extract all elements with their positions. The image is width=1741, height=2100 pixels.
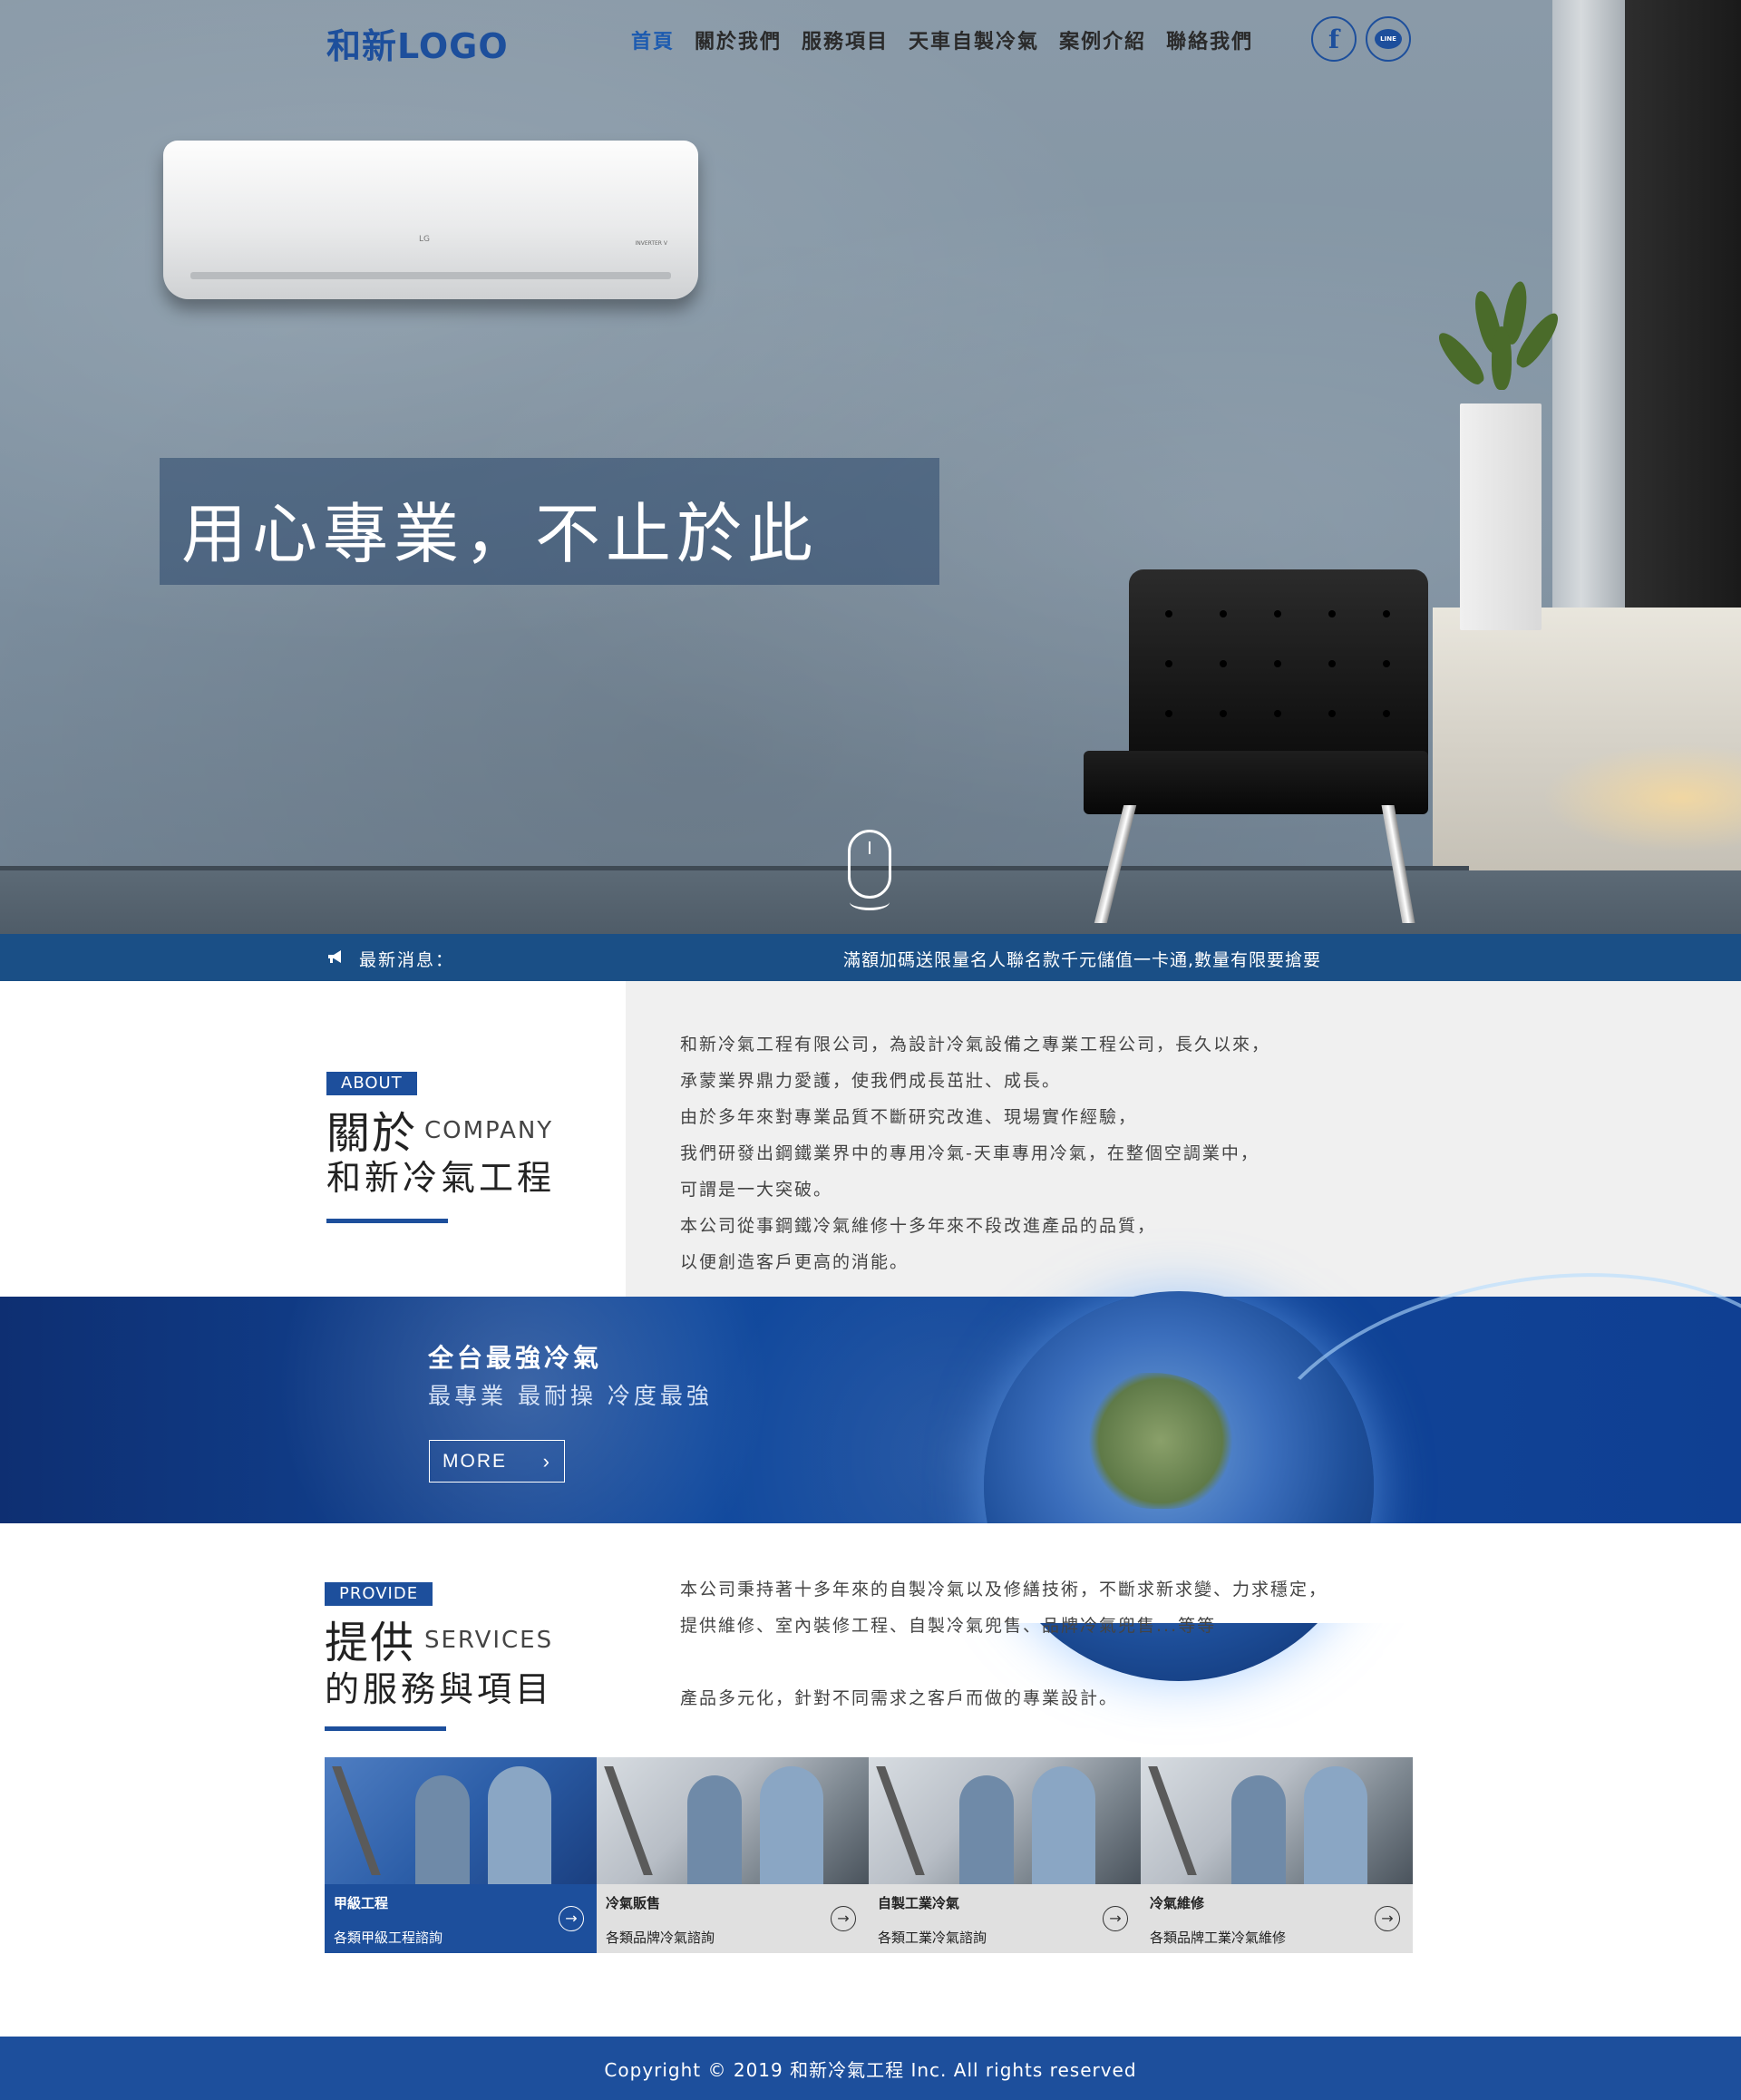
hero-tagline: 用心專業，不止於此 bbox=[181, 496, 819, 572]
card-title: 自製工業冷氣 bbox=[878, 1895, 960, 1911]
banner-title: 全台最強冷氣 bbox=[428, 1343, 603, 1373]
about-line: 和新冷氣工程有限公司，為設計冷氣設備之專業工程公司，長久以來， bbox=[680, 1035, 1271, 1055]
chair-leg bbox=[1094, 805, 1137, 923]
ac-vent bbox=[190, 272, 671, 279]
chair-tuft bbox=[1274, 660, 1281, 667]
services-description: 本公司秉持著十多年來的自製冷氣以及修繕技術，不斷求新求變、力求穩定， 提供維修、… bbox=[680, 1571, 1696, 1716]
ac-brand-label: LG bbox=[419, 235, 430, 244]
planter-image bbox=[1460, 403, 1542, 630]
card-photo bbox=[325, 1757, 597, 1884]
arrow-right-icon[interactable]: → bbox=[1375, 1906, 1400, 1931]
service-card-ac-repair[interactable]: 冷氣維修 各類品牌工業冷氣維修 → bbox=[1141, 1757, 1413, 1953]
card-desc: 各類甲級工程諮詢 bbox=[334, 1930, 443, 1946]
nav-item-services[interactable]: 服務項目 bbox=[802, 25, 889, 54]
services-tag: PROVIDE bbox=[325, 1582, 433, 1606]
card-desc: 各類品牌冷氣諮詢 bbox=[606, 1930, 715, 1946]
card-info: 冷氣維修 各類品牌工業冷氣維修 → bbox=[1141, 1884, 1413, 1953]
card-info: 自製工業冷氣 各類工業冷氣諮詢 → bbox=[869, 1884, 1141, 1953]
arrow-right-icon[interactable]: → bbox=[559, 1906, 584, 1931]
chair-tuft bbox=[1383, 710, 1390, 717]
arrow-right-icon[interactable]: → bbox=[831, 1906, 856, 1931]
more-button-label: MORE bbox=[443, 1450, 507, 1472]
about-line: 可謂是一大突破。 bbox=[680, 1180, 833, 1200]
about-underline bbox=[326, 1219, 448, 1223]
about-tag: ABOUT bbox=[326, 1072, 417, 1095]
chair-tuft bbox=[1165, 710, 1172, 717]
news-message[interactable]: 滿額加碼送限量名人聯名款千元儲值一卡通,數量有限要搶要 bbox=[843, 947, 1321, 971]
scroll-wave-icon bbox=[850, 894, 890, 910]
chevron-right-icon: › bbox=[542, 1450, 551, 1473]
nav-item-crane-ac[interactable]: 天車自製冷氣 bbox=[909, 25, 1039, 54]
megaphone-icon bbox=[328, 950, 341, 963]
service-card-ac-sales[interactable]: 冷氣販售 各類品牌冷氣諮詢 → bbox=[597, 1757, 869, 1953]
card-title: 甲級工程 bbox=[334, 1895, 389, 1911]
card-title: 冷氣維修 bbox=[1150, 1895, 1205, 1911]
air-conditioner-image: LG INVERTER V bbox=[163, 141, 698, 299]
services-line: 提供維修、室內裝修工程、自製冷氣兜售、品牌冷氣兜售...等等 bbox=[680, 1616, 1217, 1636]
card-photo bbox=[869, 1757, 1141, 1884]
about-line: 我們研發出鋼鐵業界中的專用冷氣-天車專用冷氣，在整個空調業中， bbox=[680, 1143, 1260, 1163]
chair-tuft bbox=[1383, 610, 1390, 617]
chair-image bbox=[1084, 569, 1433, 923]
chair-tuft bbox=[1220, 710, 1227, 717]
services-subtitle: 的服務與項目 bbox=[325, 1669, 554, 1709]
scroll-mouse-icon[interactable] bbox=[848, 830, 891, 899]
service-card-class-a[interactable]: 甲級工程 各類甲級工程諮詢 → bbox=[325, 1757, 597, 1953]
nav-item-home[interactable]: 首頁 bbox=[631, 25, 675, 54]
chair-tuft bbox=[1383, 660, 1390, 667]
site-logo[interactable]: 和新LOGO bbox=[326, 18, 509, 68]
service-cards: 甲級工程 各類甲級工程諮詢 → 冷氣販售 各類品牌冷氣諮詢 → 自製工業冷氣 各… bbox=[325, 1757, 1413, 1953]
card-title: 冷氣販售 bbox=[606, 1895, 661, 1911]
chair-tuft bbox=[1328, 660, 1336, 667]
about-line: 由於多年來對專業品質不斷研究改進、現場實作經驗， bbox=[680, 1107, 1138, 1127]
nav-item-about[interactable]: 關於我們 bbox=[695, 25, 782, 54]
services-line bbox=[680, 1644, 1696, 1680]
services-line: 產品多元化，針對不同需求之客戶而做的專業設計。 bbox=[680, 1688, 1119, 1708]
more-button[interactable]: MORE › bbox=[429, 1440, 565, 1483]
card-photo bbox=[597, 1757, 869, 1884]
site-footer: Copyright © 2019 和新冷氣工程 Inc. All rights … bbox=[0, 2037, 1741, 2100]
line-glyph: LINE bbox=[1375, 29, 1402, 49]
about-line: 本公司從事鋼鐵冷氣維修十多年來不段改進產品的品質， bbox=[680, 1216, 1157, 1236]
line-icon[interactable]: LINE bbox=[1366, 16, 1411, 62]
card-desc: 各類工業冷氣諮詢 bbox=[878, 1930, 987, 1946]
about-line: 承蒙業界鼎力愛護，使我們成長茁壯、成長。 bbox=[680, 1071, 1062, 1091]
news-bar: 最新消息： 滿額加碼送限量名人聯名款千元儲值一卡通,數量有限要搶要 bbox=[0, 934, 1741, 981]
chair-tuft bbox=[1165, 660, 1172, 667]
chair-back bbox=[1129, 569, 1428, 760]
facebook-glyph: f bbox=[1328, 24, 1340, 54]
nav-item-cases[interactable]: 案例介紹 bbox=[1059, 25, 1146, 54]
chair-tuft bbox=[1328, 610, 1336, 617]
about-description: 和新冷氣工程有限公司，為設計冷氣設備之專業工程公司，長久以來， 承蒙業界鼎力愛護… bbox=[680, 1026, 1696, 1280]
plant-image bbox=[1433, 272, 1565, 417]
card-photo bbox=[1141, 1757, 1413, 1884]
chair-tuft bbox=[1165, 610, 1172, 617]
chair-tuft bbox=[1220, 610, 1227, 617]
earth-land bbox=[1084, 1373, 1238, 1509]
chair-tuft bbox=[1328, 710, 1336, 717]
card-desc: 各類品牌工業冷氣維修 bbox=[1150, 1930, 1287, 1946]
banner-subtitle: 最專業 最耐操 冷度最強 bbox=[428, 1383, 713, 1409]
main-nav: 首頁 關於我們 服務項目 天車自製冷氣 案例介紹 聯絡我們 bbox=[631, 25, 1273, 54]
service-card-industrial-ac[interactable]: 自製工業冷氣 各類工業冷氣諮詢 → bbox=[869, 1757, 1141, 1953]
hero-ledge-glow bbox=[1542, 744, 1741, 852]
about-subtitle: 和新冷氣工程 bbox=[326, 1158, 556, 1198]
chair-tuft bbox=[1220, 660, 1227, 667]
copyright-text: Copyright © 2019 和新冷氣工程 Inc. All rights … bbox=[604, 2058, 1137, 2081]
services-underline bbox=[325, 1726, 446, 1731]
arrow-right-icon[interactable]: → bbox=[1103, 1906, 1128, 1931]
about-title-en: COMPANY bbox=[424, 1117, 554, 1144]
chair-leg bbox=[1381, 805, 1415, 923]
chair-tuft bbox=[1274, 610, 1281, 617]
services-line: 本公司秉持著十多年來的自製冷氣以及修繕技術，不斷求新求變、力求穩定， bbox=[680, 1580, 1328, 1599]
facebook-icon[interactable]: f bbox=[1311, 16, 1357, 62]
card-info: 冷氣販售 各類品牌冷氣諮詢 → bbox=[597, 1884, 869, 1953]
card-info: 甲級工程 各類甲級工程諮詢 → bbox=[325, 1884, 597, 1953]
ac-model-label: INVERTER V bbox=[635, 240, 667, 247]
services-title-en: SERVICES bbox=[424, 1627, 554, 1654]
news-label: 最新消息： bbox=[359, 950, 455, 970]
chair-tuft bbox=[1274, 710, 1281, 717]
nav-item-contact[interactable]: 聯絡我們 bbox=[1166, 25, 1253, 54]
